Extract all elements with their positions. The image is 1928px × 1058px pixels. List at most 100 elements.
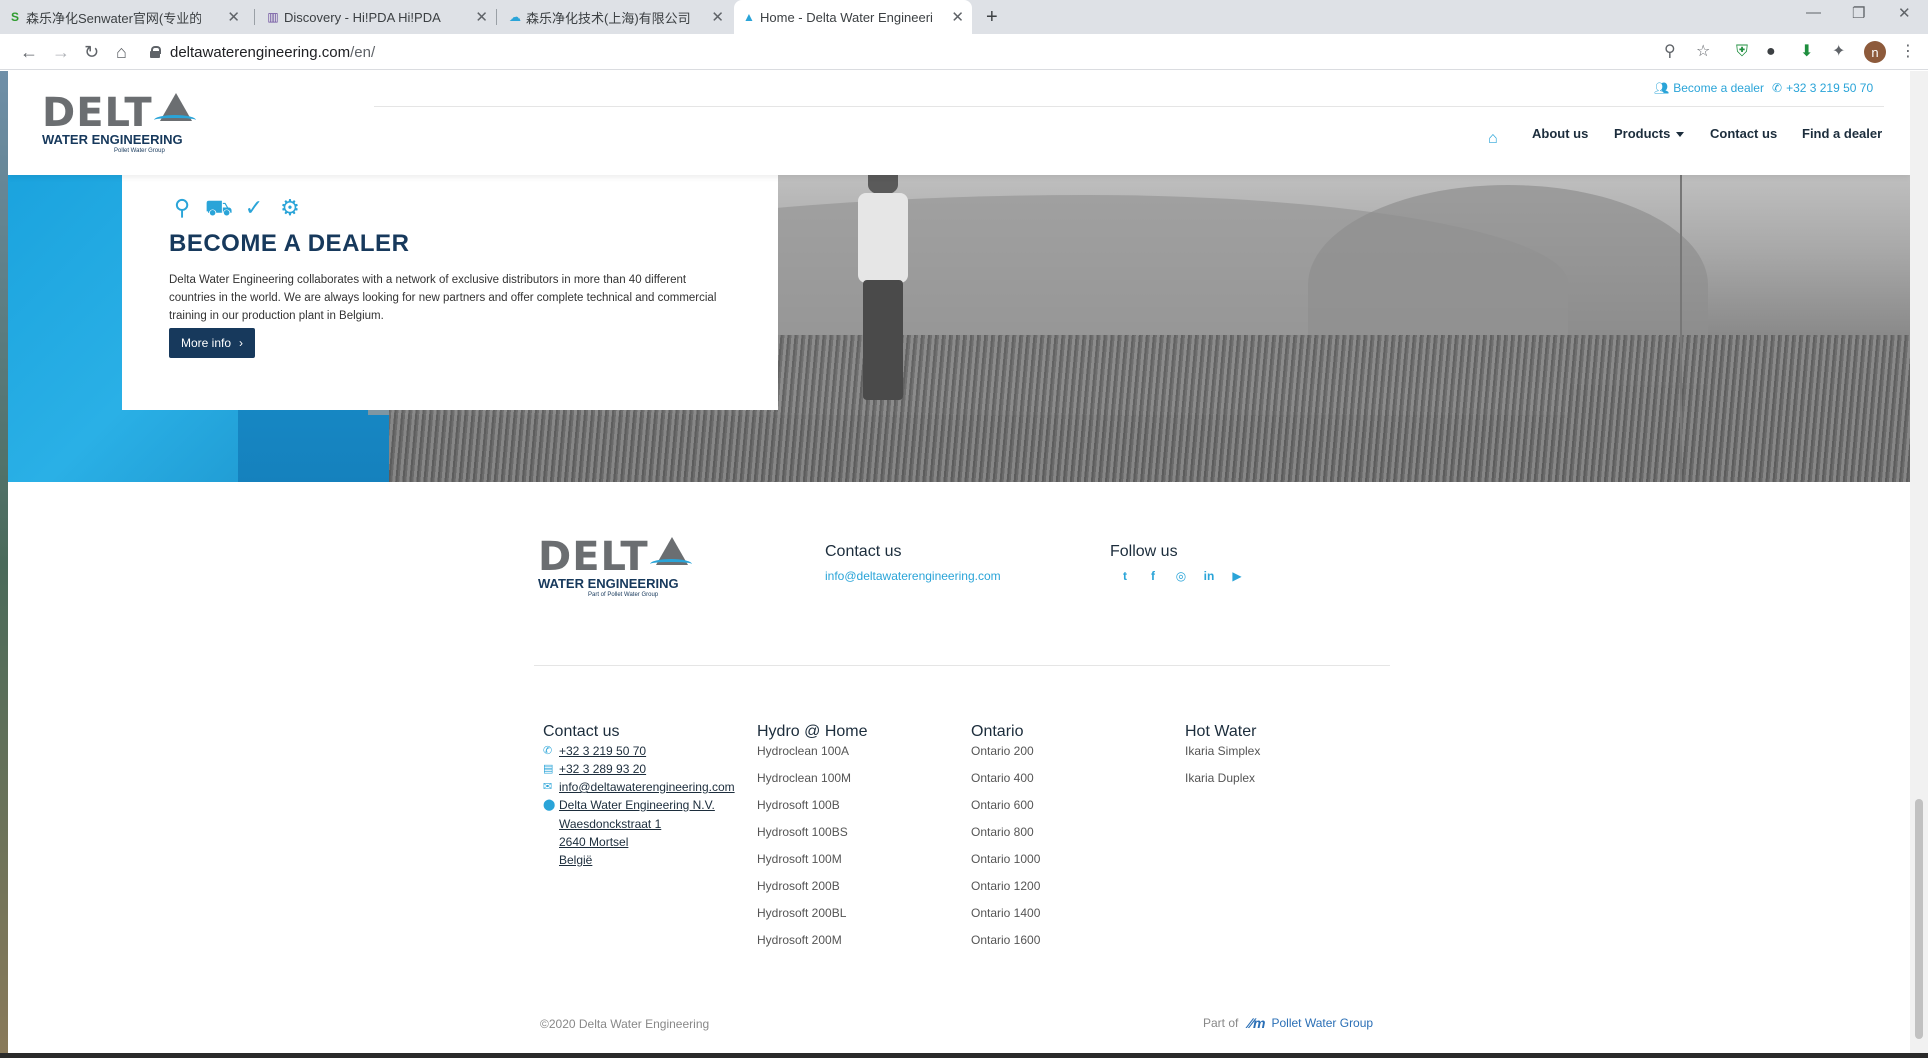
product-link[interactable]: Hydrosoft 200M — [757, 932, 851, 959]
become-dealer-link[interactable]: 👥︎ Become a dealer — [1654, 81, 1764, 95]
download-extension-icon[interactable]: ⬇ — [1800, 42, 1813, 62]
social-links: t f ◎ in ▶ — [1118, 569, 1244, 583]
more-info-button[interactable]: More info › — [169, 328, 256, 358]
close-tab-icon[interactable]: ✕ — [475, 8, 488, 26]
close-tab-icon[interactable]: ✕ — [227, 8, 240, 26]
product-link[interactable]: Ontario 1600 — [971, 932, 1040, 959]
person-legs — [863, 280, 903, 400]
close-tab-icon[interactable]: ✕ — [951, 8, 964, 26]
chevron-right-icon: › — [239, 336, 244, 350]
footer-logo-subtitle: WATER ENGINEERING — [538, 576, 679, 591]
address-line[interactable]: 2640 Mortsel — [543, 833, 735, 851]
instagram-icon[interactable]: ◎ — [1174, 569, 1188, 583]
browser-tab-delta[interactable]: ▲ Home - Delta Water Engineeri ✕ — [734, 0, 972, 34]
facebook-icon[interactable]: f — [1146, 569, 1160, 583]
become-dealer-label: Become a dealer — [1673, 81, 1764, 95]
nav-home-icon[interactable]: ⌂ — [1488, 130, 1498, 148]
photo-divider — [1680, 175, 1682, 482]
shield-extension-icon[interactable]: ⛨ — [1736, 42, 1748, 62]
map-pin-icon: ⬤ — [543, 799, 556, 811]
bookmark-star-icon[interactable]: ☆ — [1696, 42, 1710, 62]
product-link[interactable]: Ontario 200 — [971, 743, 1040, 770]
browser-tab-senle[interactable]: ☁ 森乐净化技术(上海)有限公司 ✕ — [500, 0, 732, 34]
product-link[interactable]: Hydrosoft 200B — [757, 878, 851, 905]
product-link[interactable]: Hydroclean 100A — [757, 743, 851, 770]
contact-address[interactable]: ⬤ Delta Water Engineering N.V. — [543, 797, 735, 815]
product-link[interactable]: Hydroclean 100M — [757, 770, 851, 797]
scrollbar-thumb[interactable] — [1915, 799, 1923, 1039]
contact-column-heading: Contact us — [543, 723, 620, 740]
pollet-logo: ∕∕m Pollet Water Group — [1248, 1015, 1373, 1031]
address-line[interactable]: België — [543, 851, 735, 869]
product-link[interactable]: Ontario 1400 — [971, 905, 1040, 932]
product-link[interactable]: Hydrosoft 200BL — [757, 905, 851, 932]
address-line: Delta Water Engineering N.V. — [559, 798, 715, 812]
site-logo[interactable]: DELT WATER ENGINEERING Pollet Water Grou… — [42, 93, 202, 163]
product-link[interactable]: Hydrosoft 100BS — [757, 824, 851, 851]
contact-email[interactable]: ✉ info@deltawaterengineering.com — [543, 779, 735, 797]
hotwater-column: Ikaria Simplex Ikaria Duplex — [1185, 743, 1260, 797]
extension-icon[interactable]: ● — [1766, 42, 1776, 62]
home-icon[interactable]: ⌂ — [116, 42, 127, 62]
ontario-column: Ontario 200 Ontario 400 Ontario 600 Onta… — [971, 743, 1040, 959]
people-icon: 👥︎ — [1654, 81, 1670, 95]
product-link[interactable]: Ikaria Simplex — [1185, 743, 1260, 770]
nav-about[interactable]: About us — [1532, 126, 1588, 141]
desktop-edge — [0, 71, 8, 1058]
browser-menu-icon[interactable]: ⋮ — [1900, 42, 1916, 62]
address-line[interactable]: Waesdonckstraat 1 — [543, 815, 735, 833]
logo-subtitle: WATER ENGINEERING — [42, 132, 183, 147]
nav-contact[interactable]: Contact us — [1710, 126, 1777, 141]
profile-avatar[interactable]: n — [1864, 41, 1886, 63]
product-link[interactable]: Hydrosoft 100B — [757, 797, 851, 824]
logo-wave-icon — [154, 115, 196, 125]
logo-pollet-text: Pollet Water Group — [114, 148, 165, 154]
person-torso — [858, 193, 908, 283]
browser-tab-senwater[interactable]: S 森乐净化Senwater官网(专业的 ✕ — [0, 0, 248, 34]
tab-title: Discovery - Hi!PDA Hi!PDA — [284, 9, 441, 25]
product-link[interactable]: Ontario 600 — [971, 797, 1040, 824]
back-icon[interactable]: ← — [20, 42, 38, 62]
phone-link[interactable]: ✆ +32 3 219 50 70 — [1772, 81, 1873, 95]
restore-icon[interactable]: ❐ — [1852, 4, 1865, 22]
window-close-icon[interactable]: ✕ — [1898, 4, 1911, 22]
contact-phone[interactable]: ✆ +32 3 219 50 70 — [543, 743, 735, 761]
new-tab-button[interactable]: + — [986, 6, 998, 29]
reload-icon[interactable]: ↻ — [84, 42, 99, 62]
product-link[interactable]: Ontario 1200 — [971, 878, 1040, 905]
hydro-column: Hydroclean 100A Hydroclean 100M Hydrosof… — [757, 743, 851, 959]
hydro-column-heading: Hydro @ Home — [757, 723, 868, 740]
pollet-name: Pollet Water Group — [1271, 1016, 1374, 1030]
product-link[interactable]: Ontario 800 — [971, 824, 1040, 851]
contact-fax-text: +32 3 289 93 20 — [559, 762, 647, 776]
nav-products-label: Products — [1614, 125, 1671, 141]
zoom-icon[interactable]: ⚲ — [1664, 42, 1676, 62]
footer-email-link[interactable]: info@deltawaterengineering.com — [825, 569, 1001, 583]
close-tab-icon[interactable]: ✕ — [711, 8, 724, 26]
youtube-icon[interactable]: ▶ — [1230, 569, 1244, 583]
product-link[interactable]: Hydrosoft 100M — [757, 851, 851, 878]
os-taskbar — [0, 1053, 1928, 1058]
product-link[interactable]: Ontario 400 — [971, 770, 1040, 797]
puzzle-extensions-icon[interactable]: ✦ — [1832, 42, 1845, 62]
part-of-pollet[interactable]: Part of ∕∕m Pollet Water Group — [1203, 1015, 1373, 1031]
ontario-column-heading: Ontario — [971, 723, 1024, 740]
browser-tab-hipda[interactable]: ▥ Discovery - Hi!PDA Hi!PDA ✕ — [258, 0, 496, 34]
delta-favicon-icon: ▲ — [743, 10, 755, 24]
forward-icon[interactable]: → — [52, 42, 70, 62]
page-scrollbar[interactable] — [1910, 71, 1928, 1053]
linkedin-icon[interactable]: in — [1202, 569, 1216, 583]
twitter-icon[interactable]: t — [1118, 569, 1132, 583]
product-link[interactable]: Ikaria Duplex — [1185, 770, 1260, 797]
url-input[interactable]: deltawaterengineering.com/en/ — [150, 38, 1710, 66]
nav-products[interactable]: Products — [1614, 125, 1685, 141]
tab-title: 森乐净化Senwater官网(专业的 — [26, 10, 201, 26]
product-link[interactable]: Ontario 1000 — [971, 851, 1040, 878]
dealer-hero: ⚲ ⛟ ✓ ⚙ BECOME A DEALER Delta Water Engi… — [8, 175, 1910, 482]
footer-logo[interactable]: DELT WATER ENGINEERING Part of Pollet Wa… — [538, 537, 698, 607]
contact-fax[interactable]: ▤ +32 3 289 93 20 — [543, 761, 735, 779]
contact-column: ✆ +32 3 219 50 70 ▤ +32 3 289 93 20 ✉ in… — [543, 743, 735, 869]
tab-separator — [254, 9, 255, 25]
minimize-icon[interactable]: — — [1806, 4, 1821, 21]
nav-find-dealer[interactable]: Find a dealer — [1802, 126, 1882, 141]
